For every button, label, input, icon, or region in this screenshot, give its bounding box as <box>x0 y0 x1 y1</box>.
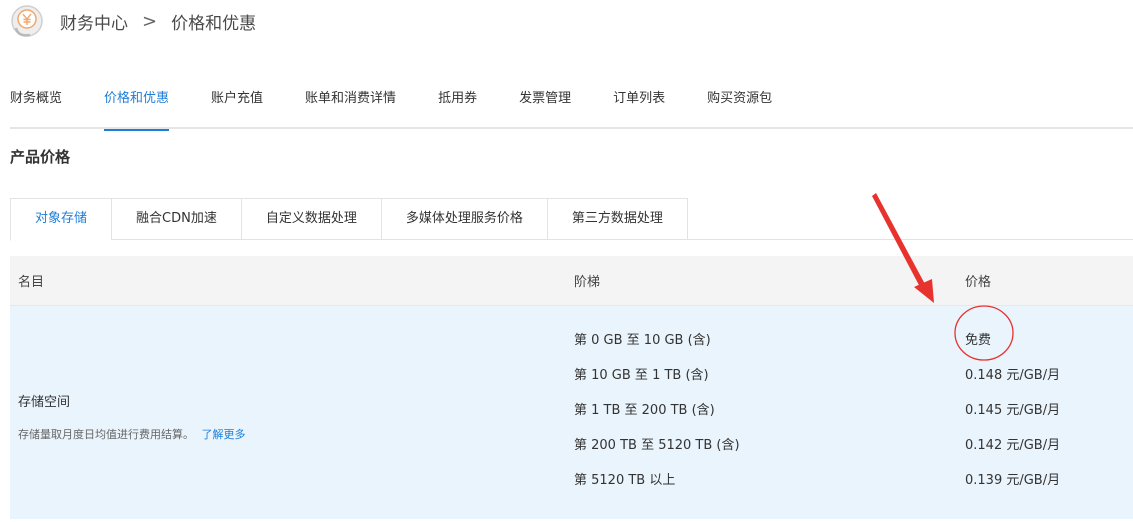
table-row: 存储空间 存储量取月度日均值进行费用结算。 了解更多 第 0 GB 至 10 G… <box>10 306 1133 519</box>
subtab-third-party-processing[interactable]: 第三方数据处理 <box>546 198 688 240</box>
tier-row: 第 1 TB 至 200 TB (含) <box>574 403 715 418</box>
main-tab-bar: 财务概览 价格和优惠 账户充值 账单和消费详情 抵用券 发票管理 订单列表 购买… <box>10 80 1133 131</box>
item-cell: 存储空间 存储量取月度日均值进行费用结算。 了解更多 <box>10 306 574 519</box>
price-row-free: 免费 <box>965 333 992 348</box>
tab-buy-resource-pack[interactable]: 购买资源包 <box>707 80 772 129</box>
tab-invoice-management[interactable]: 发票管理 <box>519 80 571 129</box>
tab-order-list[interactable]: 订单列表 <box>613 80 665 129</box>
tab-finance-overview[interactable]: 财务概览 <box>10 80 62 129</box>
price-row: 0.139 元/GB/月 <box>965 473 1061 488</box>
tier-row: 第 200 TB 至 5120 TB (含) <box>574 438 740 453</box>
item-title: 存储空间 <box>18 395 71 410</box>
subtab-multimedia-pricing[interactable]: 多媒体处理服务价格 <box>380 198 547 240</box>
tab-pricing-discounts[interactable]: 价格和优惠 <box>104 80 170 131</box>
tier-row: 第 5120 TB 以上 <box>574 473 676 488</box>
header-tier: 阶梯 <box>574 275 601 290</box>
price-list: 免费 0.148 元/GB/月 0.145 元/GB/月 0.142 元/GB/… <box>965 306 1133 519</box>
breadcrumb-current: 价格和优惠 <box>171 13 257 34</box>
learn-more-link[interactable]: 了解更多 <box>202 428 246 441</box>
tier-row: 第 10 GB 至 1 TB (含) <box>574 368 709 383</box>
header-name: 名目 <box>18 275 45 290</box>
yen-coin-icon <box>10 4 44 38</box>
tab-bills-details[interactable]: 账单和消费详情 <box>305 80 396 129</box>
item-description-text: 存储量取月度日均值进行费用结算。 <box>18 428 194 441</box>
breadcrumb-root[interactable]: 财务中心 <box>60 9 128 34</box>
tier-row: 第 0 GB 至 10 GB (含) <box>574 333 711 348</box>
page-header: 财务中心 > 价格和优惠 <box>10 4 256 38</box>
breadcrumb: 财务中心 > 价格和优惠 <box>60 9 256 34</box>
price-row: 0.142 元/GB/月 <box>965 438 1061 453</box>
price-table: 名目 阶梯 价格 存储空间 存储量取月度日均值进行费用结算。 了解更多 第 0 … <box>10 256 1133 519</box>
item-description: 存储量取月度日均值进行费用结算。 了解更多 <box>18 426 574 442</box>
tab-vouchers[interactable]: 抵用券 <box>438 80 477 129</box>
tab-account-recharge[interactable]: 账户充值 <box>211 80 263 129</box>
price-row: 0.148 元/GB/月 <box>965 368 1061 383</box>
subtab-object-storage[interactable]: 对象存储 <box>10 198 112 241</box>
section-title: 产品价格 <box>10 148 71 166</box>
product-tab-bar: 对象存储 融合CDN加速 自定义数据处理 多媒体处理服务价格 第三方数据处理 <box>10 198 1133 241</box>
breadcrumb-separator: > <box>142 10 158 32</box>
subtab-custom-data-processing[interactable]: 自定义数据处理 <box>240 198 381 240</box>
subtab-cdn[interactable]: 融合CDN加速 <box>111 198 241 240</box>
tier-list: 第 0 GB 至 10 GB (含) 第 10 GB 至 1 TB (含) 第 … <box>574 306 965 519</box>
header-price: 价格 <box>965 275 992 290</box>
price-row: 0.145 元/GB/月 <box>965 403 1061 418</box>
table-header: 名目 阶梯 价格 <box>10 256 1133 306</box>
